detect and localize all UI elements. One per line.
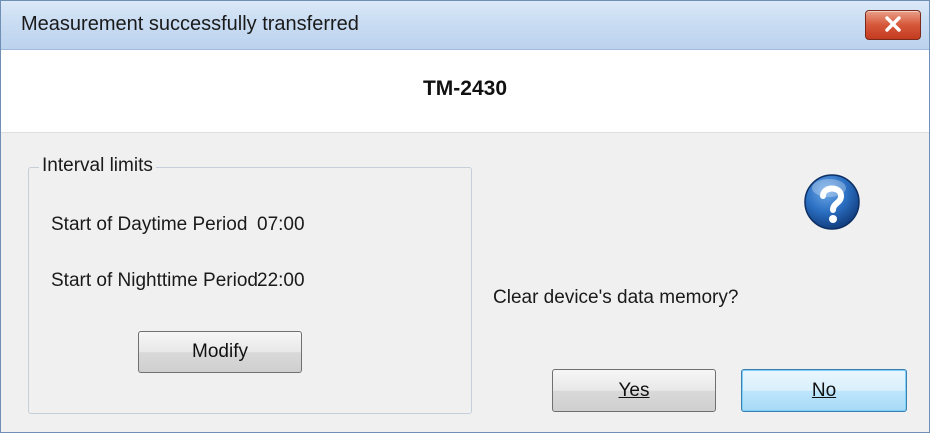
close-button[interactable] xyxy=(865,10,921,40)
header-band: TM-2430 xyxy=(1,50,929,133)
nighttime-period-value: 22:00 xyxy=(257,270,305,291)
nighttime-period-label: Start of Nighttime Period xyxy=(51,270,258,291)
close-icon xyxy=(885,16,901,32)
daytime-period-label: Start of Daytime Period xyxy=(51,214,248,235)
window-title: Measurement successfully transferred xyxy=(21,13,359,35)
no-button[interactable]: No xyxy=(741,369,907,412)
dialog-window: Measurement successfully transferred TM-… xyxy=(0,0,930,433)
yes-button[interactable]: Yes xyxy=(552,369,716,412)
title-bar[interactable]: Measurement successfully transferred xyxy=(1,1,929,50)
question-icon xyxy=(803,173,861,236)
modify-button[interactable]: Modify xyxy=(138,331,302,373)
daytime-period-value: 07:00 xyxy=(257,214,305,235)
device-name: TM-2430 xyxy=(422,77,508,100)
interval-limits-legend: Interval limits xyxy=(39,155,156,177)
prompt-text: Clear device's data memory? xyxy=(493,287,739,308)
